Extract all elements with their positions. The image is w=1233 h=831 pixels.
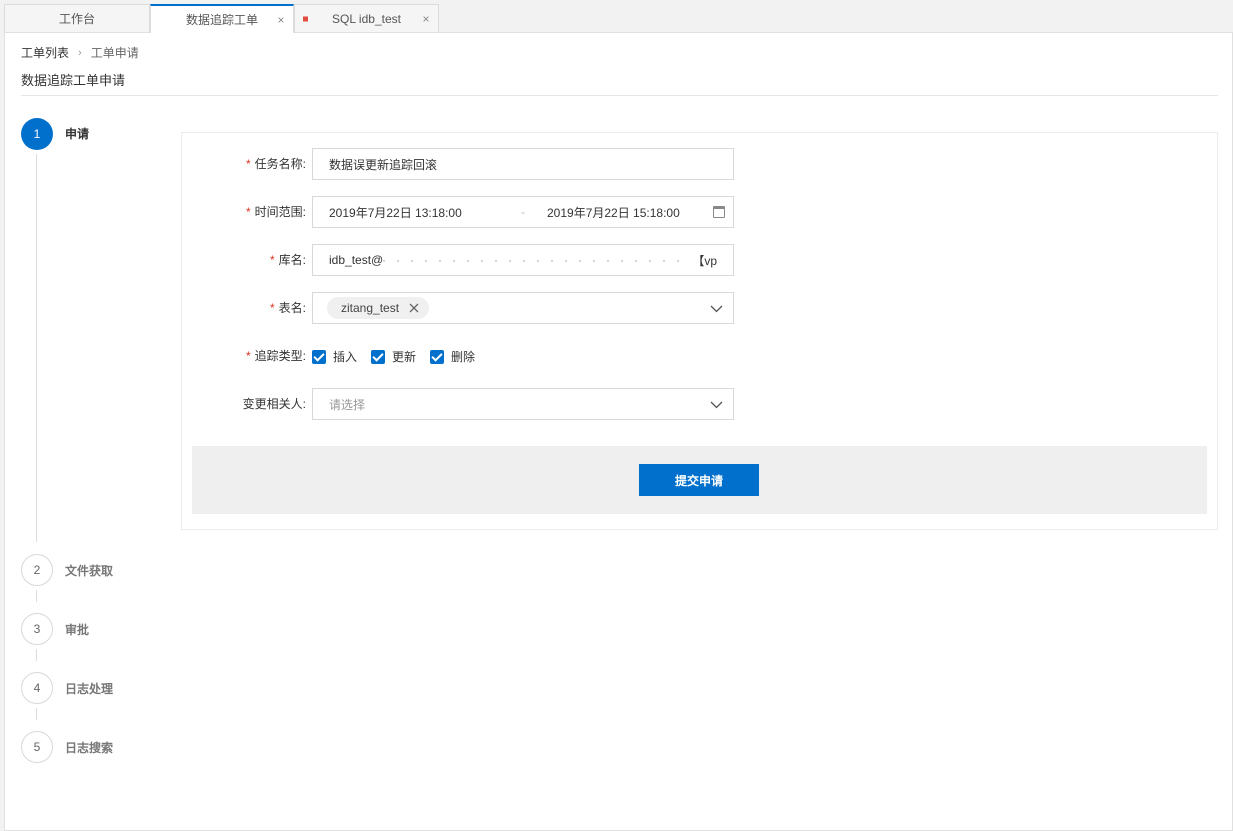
table-tag: zitang_test — [327, 297, 430, 319]
breadcrumb-current: 工单申请 — [90, 46, 139, 60]
tab-data-tracking[interactable]: 数据追踪工单 × — [150, 4, 294, 33]
divider — [21, 95, 1218, 96]
breadcrumb-root-link[interactable]: 工单列表 — [21, 44, 69, 61]
breadcrumb: 工单列表 › 工单申请 — [21, 44, 139, 61]
step-connector — [36, 649, 37, 661]
remove-tag-icon[interactable] — [409, 303, 419, 313]
time-range-picker[interactable]: 2019年7月22日 13:18:00 - 2019年7月22日 15:18:0… — [312, 196, 734, 228]
range-separator: - — [521, 205, 525, 219]
step-connector — [36, 708, 37, 720]
tab-label: 工作台 — [58, 12, 95, 26]
update-label: 更新 — [392, 350, 417, 364]
tab-label: SQL idb_test — [332, 11, 401, 26]
track-type-group: 插入 更新 删除 — [312, 348, 489, 365]
insert-label: 插入 — [333, 350, 358, 364]
close-icon[interactable]: × — [275, 14, 287, 26]
task-name-input[interactable]: 数据误更新追踪回滚 — [312, 148, 734, 180]
chevron-down-icon[interactable] — [710, 398, 723, 411]
change-people-select[interactable]: 请选择 — [312, 388, 734, 420]
step-3-label: 审批 — [65, 623, 90, 637]
range-end: 2019年7月22日 15:18:00 — [547, 205, 680, 220]
submit-button[interactable]: 提交申请 — [639, 464, 759, 496]
step-connector — [36, 590, 37, 602]
apply-form: * 任务名称: 数据误更新追踪回滚 * 时间范围: 2019年7月22日 13:18… — [181, 132, 1218, 530]
step-1-circle: 1 — [21, 118, 53, 150]
chevron-down-icon[interactable] — [710, 302, 723, 315]
delete-checkbox[interactable] — [430, 349, 445, 364]
update-checkbox[interactable] — [371, 349, 386, 364]
chevron-right-icon: › — [78, 46, 82, 59]
redacted-text — [383, 260, 691, 262]
task-name-label: * 任务名称: — [245, 157, 306, 171]
track-type-row: * 追踪类型: 插入 更新 删除 — [182, 340, 782, 372]
close-icon[interactable]: × — [420, 13, 432, 25]
step-2-label: 文件获取 — [65, 564, 114, 578]
insert-checkbox[interactable] — [312, 349, 326, 364]
step-4-circle: 4 — [21, 672, 53, 704]
submit-area: 提交申请 — [192, 446, 1207, 514]
unsaved-dot-icon — [303, 16, 308, 21]
tab-workbench[interactable]: 工作台 — [4, 4, 150, 32]
main-panel: 工单列表 › 工单申请 数据追踪工单申请 1 申请 2 文件获取 3 审批 4 … — [4, 32, 1233, 831]
database-input[interactable]: idb_test@ 【vp — [312, 244, 734, 276]
table-select[interactable]: zitang_test — [312, 292, 734, 324]
page-title: 数据追踪工单申请 — [21, 73, 126, 88]
task-name-row: * 任务名称: 数据误更新追踪回滚 — [182, 148, 782, 180]
step-3-circle: 3 — [21, 613, 53, 645]
delete-label: 删除 — [451, 350, 476, 364]
track-type-label: * 追踪类型: — [245, 349, 306, 363]
table-row: * 表名: zitang_test — [182, 292, 782, 324]
tab-bar: 工作台 数据追踪工单 × SQL idb_test × — [0, 0, 1233, 33]
step-1-label: 申请 — [65, 127, 90, 141]
change-people-label: 变更相关人: — [242, 397, 306, 411]
table-label: * 表名: — [269, 301, 306, 315]
step-2-circle: 2 — [21, 554, 53, 586]
step-5-label: 日志搜索 — [65, 741, 114, 755]
calendar-icon[interactable] — [713, 206, 725, 218]
time-range-row: * 时间范围: 2019年7月22日 13:18:00 - 2019年7月22日 … — [182, 196, 782, 228]
tab-label: 数据追踪工单 — [185, 13, 258, 27]
step-5-circle: 5 — [21, 731, 53, 763]
range-start: 2019年7月22日 13:18:00 — [329, 205, 462, 220]
database-row: * 库名: idb_test@ 【vp — [182, 244, 782, 276]
time-range-label: * 时间范围: — [245, 205, 306, 219]
tab-sql-idb-test[interactable]: SQL idb_test × — [294, 4, 439, 32]
step-4-label: 日志处理 — [65, 682, 114, 696]
change-people-row: 变更相关人: 请选择 — [182, 388, 782, 420]
step-connector — [36, 154, 37, 542]
database-label: * 库名: — [269, 253, 306, 267]
